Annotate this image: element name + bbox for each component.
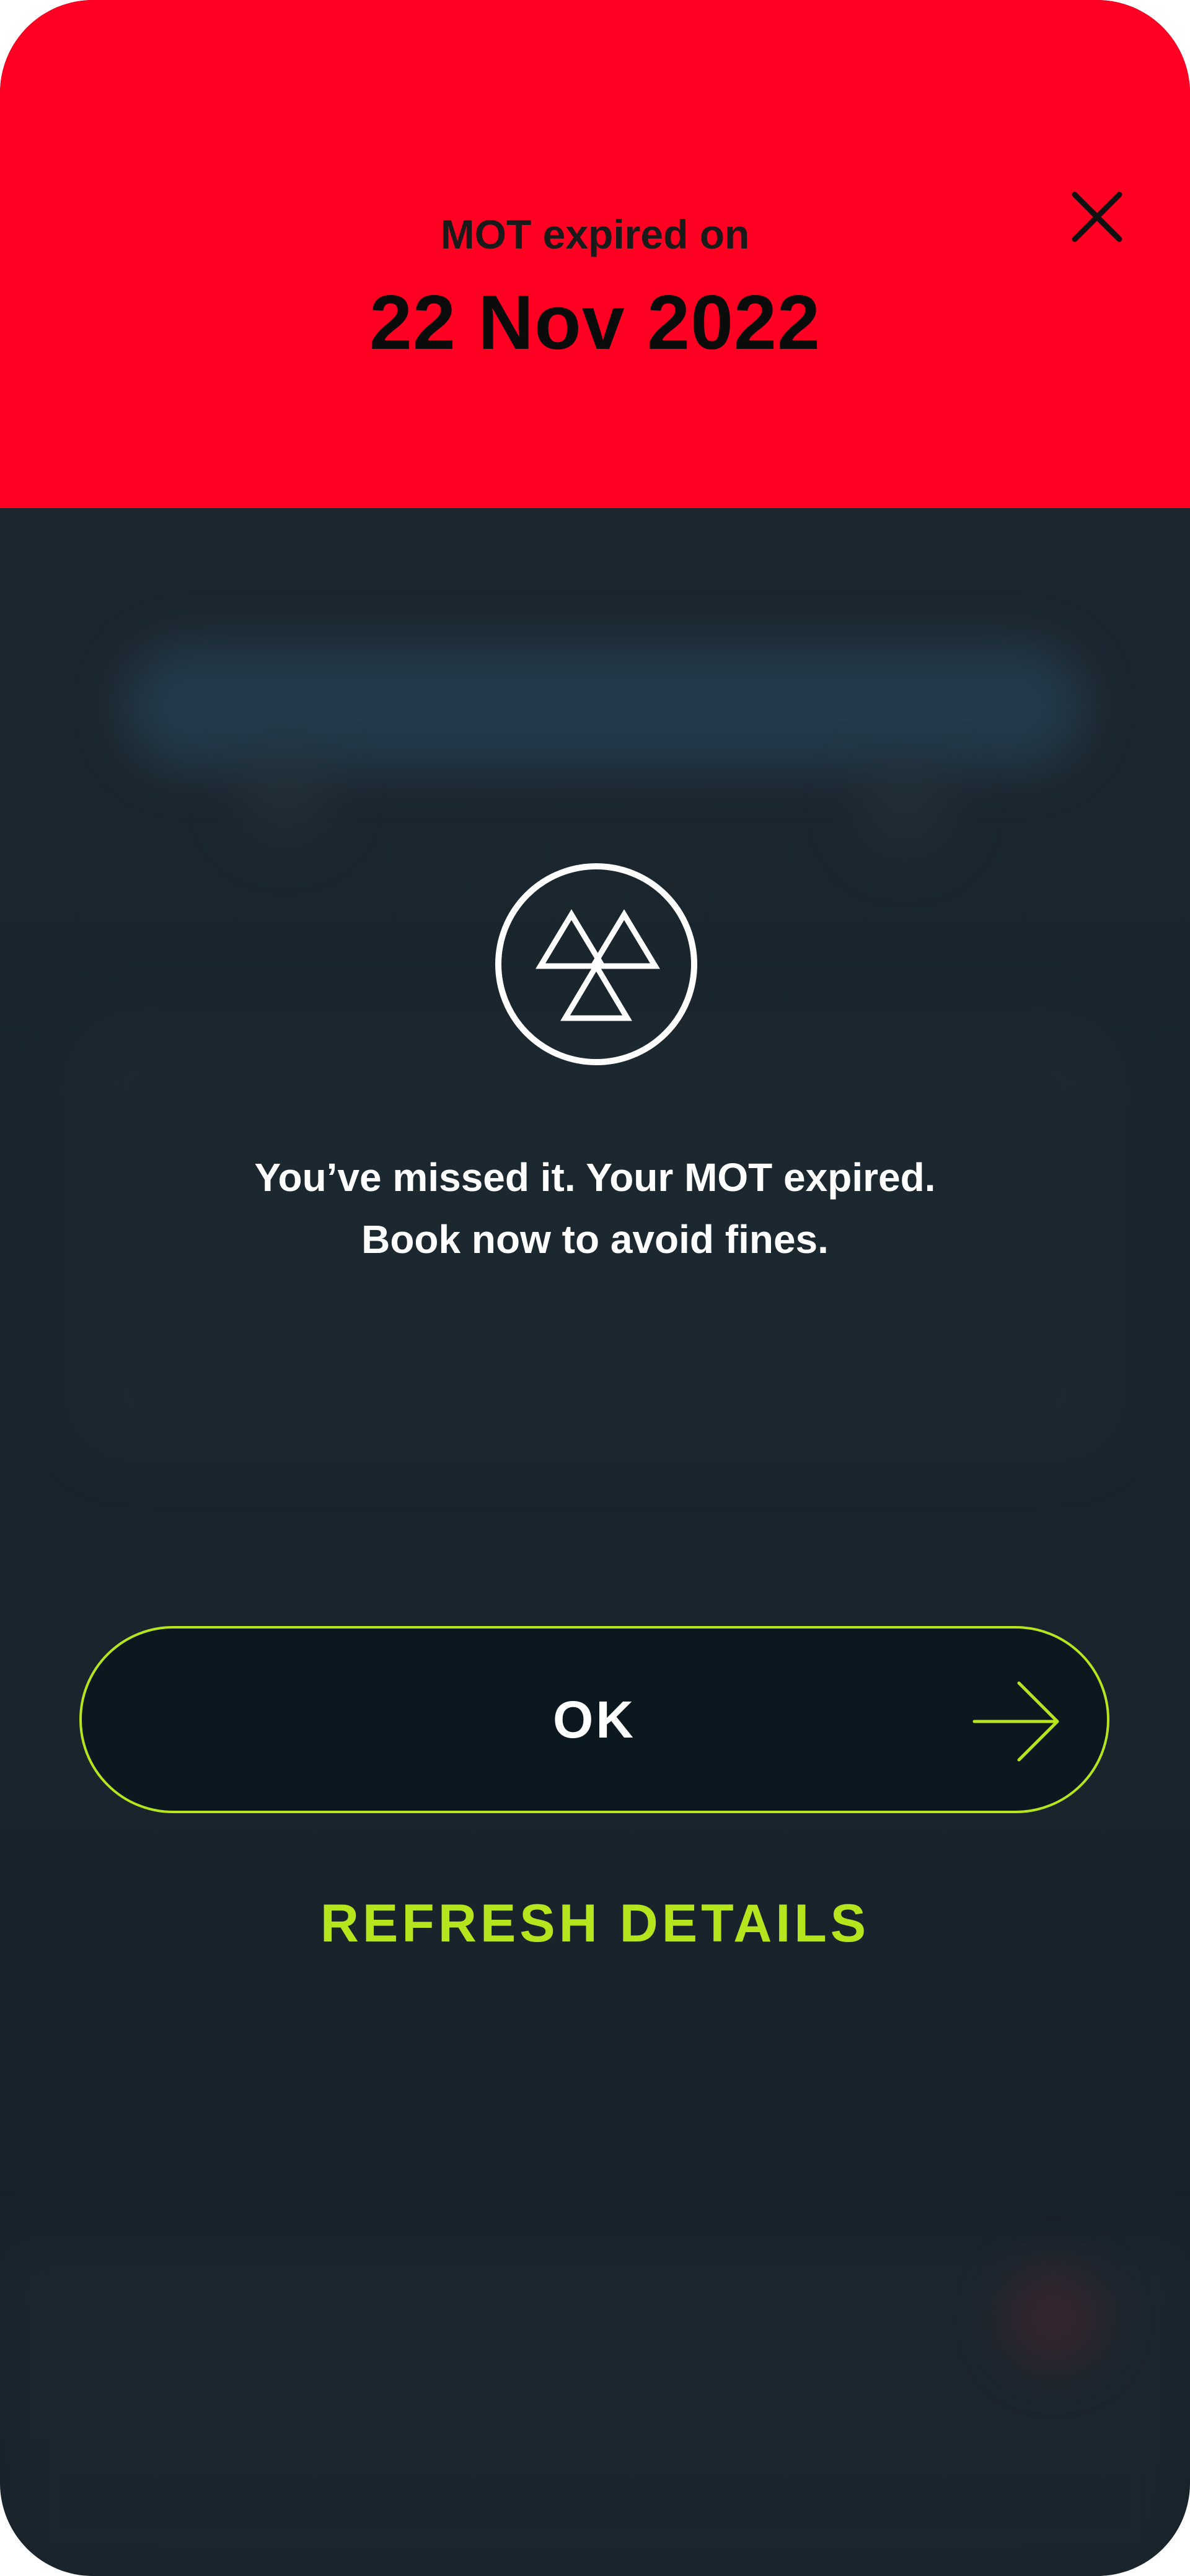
expiry-subtitle: MOT expired on	[440, 211, 750, 257]
ok-button[interactable]: OK	[79, 1626, 1109, 1813]
blurred-tab-badge	[1004, 2268, 1103, 2367]
mot-triangles-icon	[495, 863, 697, 1065]
blurred-wheel	[855, 756, 954, 855]
app-screen: MOT expired on 22 Nov 2022 You’ve missed…	[0, 0, 1190, 2576]
expiry-header: MOT expired on 22 Nov 2022	[0, 0, 1190, 508]
blurred-wheel	[236, 744, 335, 843]
refresh-details-link[interactable]: REFRESH DETAILS	[0, 1893, 1190, 1954]
arrow-right-icon	[972, 1681, 1059, 1762]
ok-button-label: OK	[553, 1690, 636, 1749]
expiry-date: 22 Nov 2022	[369, 280, 821, 366]
close-icon	[1072, 191, 1122, 242]
close-button[interactable]	[1060, 180, 1134, 254]
message-line-2: Book now to avoid fines.	[361, 1217, 829, 1262]
message-line-1: You’ve missed it. Your MOT expired.	[254, 1155, 936, 1200]
expiry-message: You’ve missed it. Your MOT expired. Book…	[0, 1146, 1190, 1270]
